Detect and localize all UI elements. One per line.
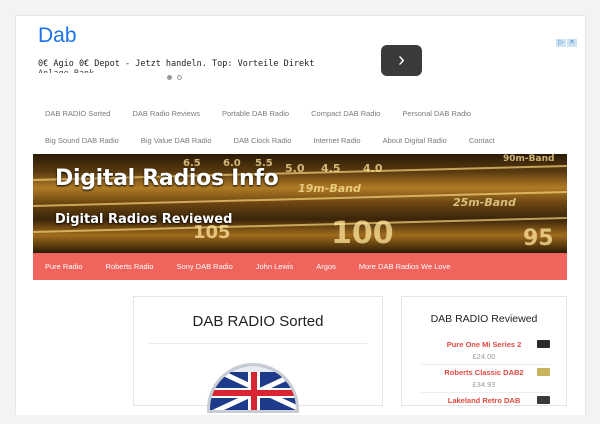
site-title[interactable]: Digital Radios Info xyxy=(55,166,279,191)
nav-item-contact[interactable]: Contact xyxy=(469,136,495,145)
ad-pager-dot[interactable] xyxy=(177,75,182,80)
radio-top-panel xyxy=(210,366,296,372)
product-price: £34.93 xyxy=(472,380,496,389)
ad-banner[interactable]: Dab 0€ Agio 0€ Depot - Jetzt handeln. To… xyxy=(22,22,577,84)
nav-item-dab-radio-sorted[interactable]: DAB RADIO Sorted xyxy=(45,109,110,118)
nav-item-internet-radio[interactable]: Internet Radio xyxy=(313,136,360,145)
menu-item-roberts-radio[interactable]: Roberts Radio xyxy=(106,262,154,271)
menu-item-pure-radio[interactable]: Pure Radio xyxy=(45,262,83,271)
menu-item-sony-dab-radio[interactable]: Sony DAB Radio xyxy=(176,262,232,271)
nav-item-portable-dab-radio[interactable]: Portable DAB Radio xyxy=(222,109,289,118)
ad-pager-dot-active[interactable] xyxy=(167,75,172,80)
site-tagline: Digital Radios Reviewed xyxy=(55,212,233,227)
main-content: DAB RADIO Sorted xyxy=(133,296,383,413)
page-title: DAB RADIO Sorted xyxy=(192,313,324,330)
product-price: £24.00 xyxy=(472,352,496,361)
nav-item-big-value-dab-radio[interactable]: Big Value DAB Radio xyxy=(141,136,212,145)
nav-item-personal-dab-radio[interactable]: Personal DAB Radio xyxy=(402,109,471,118)
ad-text-cutoff: Anlage Bank xyxy=(38,69,138,73)
menu-item-argos[interactable]: Argos xyxy=(316,262,336,271)
dial-label: 5.0 xyxy=(285,162,305,175)
dial-label: 19m-Band xyxy=(298,182,361,195)
nav-item-about-digital-radio[interactable]: About Digital Radio xyxy=(383,136,447,145)
nav-item-dab-clock-radio[interactable]: DAB Clock Radio xyxy=(234,136,292,145)
ad-info-icon[interactable]: ▷ xyxy=(556,39,566,47)
divider xyxy=(421,392,551,393)
flag-cross-red xyxy=(251,366,257,410)
ad-close-icon[interactable]: ✕ xyxy=(567,39,577,47)
union-jack-radio-image xyxy=(207,363,299,413)
nav-item-big-sound-dab-radio[interactable]: Big Sound DAB Radio xyxy=(45,136,119,145)
product-item[interactable]: Lakeland Retro DAB xyxy=(416,396,556,424)
top-nav-row-1: DAB RADIO Sorted DAB Radio Reviews Porta… xyxy=(33,100,567,127)
sidebar-widget: DAB RADIO Reviewed Pure One Mi Series 2 … xyxy=(401,296,567,406)
menu-item-more-dab-radios[interactable]: More DAB Radios We Love xyxy=(359,262,451,271)
top-nav-row-2: Big Sound DAB Radio Big Value DAB Radio … xyxy=(33,127,567,154)
dial-label: 95 xyxy=(523,226,554,251)
divider xyxy=(421,364,551,365)
ad-pager[interactable] xyxy=(167,75,182,80)
product-item[interactable]: Pure One Mi Series 2 £24.00 xyxy=(416,340,556,368)
product-item[interactable]: Roberts Classic DAB2 £34.93 xyxy=(416,368,556,396)
site-banner[interactable]: 6.5 6.0 5.5 5.0 4.5 4.0 90m-Band 19m-Ban… xyxy=(33,154,567,253)
ad-title[interactable]: Dab xyxy=(38,24,77,48)
product-name[interactable]: Roberts Classic DAB2 xyxy=(434,368,534,377)
nav-item-compact-dab-radio[interactable]: Compact DAB Radio xyxy=(311,109,380,118)
product-thumbnail[interactable] xyxy=(537,396,550,404)
dial-label: 25m-Band xyxy=(453,196,516,209)
secondary-navigation: Pure Radio Roberts Radio Sony DAB Radio … xyxy=(33,253,567,280)
product-thumbnail[interactable] xyxy=(537,340,550,348)
dial-label: 4.0 xyxy=(363,162,383,175)
nav-item-dab-radio-reviews[interactable]: DAB Radio Reviews xyxy=(132,109,200,118)
widget-title: DAB RADIO Reviewed xyxy=(430,313,538,325)
dial-label: 4.5 xyxy=(321,162,341,175)
dial-label: 100 xyxy=(331,216,394,251)
divider xyxy=(149,343,367,344)
menu-item-john-lewis[interactable]: John Lewis xyxy=(256,262,294,271)
product-name[interactable]: Lakeland Retro DAB xyxy=(434,396,534,405)
chevron-right-icon[interactable]: › xyxy=(381,45,422,76)
top-navigation: DAB RADIO Sorted DAB Radio Reviews Porta… xyxy=(33,100,567,154)
ad-choices[interactable]: ▷ ✕ xyxy=(556,39,577,47)
product-name[interactable]: Pure One Mi Series 2 xyxy=(434,340,534,349)
product-thumbnail[interactable] xyxy=(537,368,550,376)
dial-label: 90m-Band xyxy=(503,154,555,164)
